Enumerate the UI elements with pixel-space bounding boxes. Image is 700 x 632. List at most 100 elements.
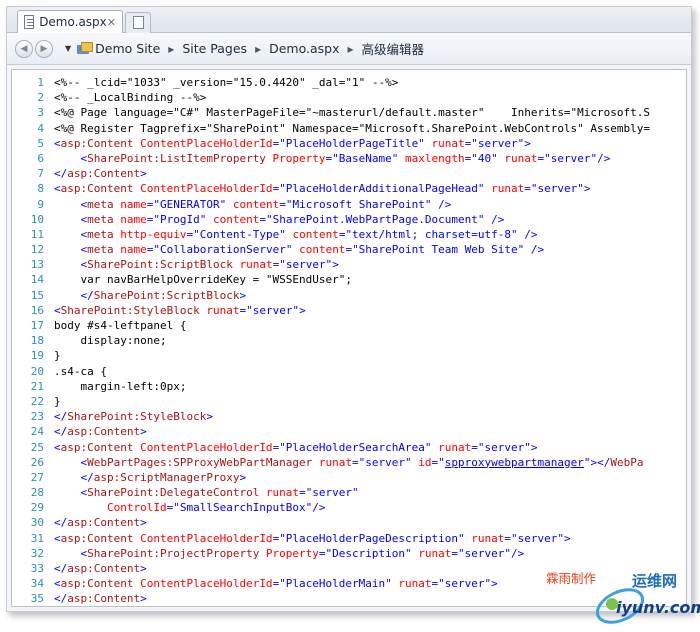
breadcrumb-item-demo-aspx[interactable]: Demo.aspx: [269, 41, 339, 56]
code-line[interactable]: 32 <SharePoint:ProjectProperty Property=…: [12, 546, 686, 561]
breadcrumb-item-demo-site[interactable]: Demo Site: [95, 41, 160, 56]
close-icon[interactable]: ✕: [107, 16, 116, 29]
code-text: <asp:Content ContentPlaceHolderId="Place…: [48, 576, 498, 591]
line-number: 21: [30, 379, 44, 393]
breadcrumb-item-advanced-editor[interactable]: 高级编辑器: [362, 39, 425, 58]
code-token: ContentPlaceHolderId: [133, 531, 273, 545]
code-token: />: [597, 151, 611, 165]
code-line[interactable]: 31 <asp:Content ContentPlaceHolderId = "Pla…: [12, 531, 686, 546]
line-number: 31: [30, 531, 44, 545]
line-number: 20: [30, 364, 44, 378]
code-line[interactable]: 24 </asp:Content>: [12, 424, 686, 439]
code-line[interactable]: 11 <meta http-equiv="Content-Type" conte…: [12, 227, 686, 242]
code-token: </: [54, 592, 68, 606]
code-line[interactable]: 8 <asp:Content ContentPlaceHolderId = "Plac…: [12, 181, 686, 196]
code-line[interactable]: 4 <%@ Register Tagprefix="SharePoint" Nam…: [12, 121, 686, 136]
code-text: <meta name="ProgId" content="SharePoint.…: [48, 212, 504, 227]
code-token: "server": [471, 136, 525, 150]
code-token: Property: [259, 546, 319, 560]
code-line[interactable]: 6 <SharePoint:ListItemProperty Property=…: [12, 151, 686, 166]
watermark-text: 运维网: [632, 572, 678, 590]
code-line[interactable]: 14 var navBarHelpOverrideKey = "WSSEndUs…: [12, 272, 686, 287]
code-token: />: [431, 197, 452, 211]
line-number: 27: [30, 470, 44, 484]
code-token: SharePoint:DelegateControl: [87, 486, 260, 500]
code-token: "server": [458, 546, 511, 560]
code-token: "SharePoint Team Web Site": [352, 243, 525, 257]
code-line[interactable]: 26 <WebPartPages:SPProxyWebPartManager r…: [12, 455, 686, 470]
code-token: runat: [424, 136, 465, 150]
code-token: <: [54, 455, 88, 469]
code-token: body #s4-leftpanel {: [54, 319, 187, 332]
code-token: margin-left:0px;: [54, 379, 187, 393]
tab-demo-aspx[interactable]: Demo.aspx ✕: [17, 10, 123, 33]
code-text: <SharePoint:ProjectProperty Property="De…: [48, 546, 524, 561]
line-number: 4: [37, 121, 44, 135]
new-tab-button[interactable]: [125, 12, 151, 33]
line-number: 1: [37, 76, 44, 89]
code-line[interactable]: 23 </SharePoint:StyleBlock>: [12, 409, 686, 424]
code-line[interactable]: 20 .s4-ca {: [12, 364, 686, 379]
code-line[interactable]: 27 </asp:ScriptManagerProxy>: [12, 470, 686, 485]
code-token: "SmallSearchInputBox": [173, 501, 313, 515]
line-number: 2: [37, 91, 44, 105]
code-line[interactable]: 12 <meta name="CollaborationServer" cont…: [12, 242, 686, 257]
code-token: "40": [471, 151, 498, 165]
forward-button[interactable]: ▶: [35, 39, 53, 58]
code-token: Property: [265, 151, 326, 165]
back-button[interactable]: ◀: [15, 39, 33, 58]
code-token: <: [54, 440, 61, 454]
code-token: >: [563, 531, 571, 545]
code-token: >: [524, 136, 531, 150]
code-lines: 1 <%-- _lcid="1033" _version="15.0.4420" …: [12, 75, 686, 606]
code-token: SharePoint:ScriptBlock: [87, 258, 233, 272]
code-line[interactable]: 9 <meta name="GENERATOR" content="Micros…: [12, 197, 686, 212]
code-editor[interactable]: 1 <%-- _lcid="1033" _version="15.0.4420" …: [11, 69, 687, 607]
code-token: "PlaceHolderPageTitle": [279, 136, 425, 150]
code-token: <%@ Register Tagprefix="SharePoint" Name…: [54, 121, 651, 135]
code-line[interactable]: 13 <SharePoint:ScriptBlock runat="server…: [12, 257, 686, 272]
code-line[interactable]: 19}: [12, 348, 686, 363]
code-line[interactable]: 18 display:none;: [12, 333, 686, 348]
code-token: "BaseName": [332, 151, 399, 165]
code-token: "PlaceHolderPageDescription": [279, 531, 465, 545]
code-text: <asp:Content ContentPlaceHolderId="Place…: [48, 440, 538, 455]
code-token: "Microsoft SharePoint": [285, 197, 432, 211]
code-line[interactable]: 29 ControlId="SmallSearchInputBox"/>: [12, 500, 686, 515]
code-line[interactable]: 5 <asp:Content ContentPlaceHolderId="Plac…: [12, 136, 686, 151]
code-token: ContentPlaceHolderId: [133, 136, 273, 150]
code-line[interactable]: 25 <asp:Content ContentPlaceHolderId = "Pla…: [12, 440, 686, 455]
code-line[interactable]: 30 </asp:Content>: [12, 515, 686, 530]
code-line[interactable]: 10 <meta name="ProgId" content="SharePoi…: [12, 212, 686, 227]
code-line[interactable]: 28 <SharePoint:DelegateControl runat="se…: [12, 485, 686, 500]
code-line[interactable]: 21 margin-left:0px;: [12, 379, 686, 394]
line-number: 29: [30, 501, 44, 515]
code-line[interactable]: 17 body #s4-leftpanel {: [12, 318, 686, 333]
code-text: <WebPartPages:SPProxyWebPartManager runa…: [48, 455, 643, 470]
line-number: 32: [30, 546, 44, 560]
code-line[interactable]: 22}: [12, 394, 686, 409]
code-token: asp:Content: [60, 440, 134, 454]
code-line[interactable]: 2 <%-- _LocalBinding --%>: [12, 90, 686, 105]
breadcrumb-item-site-pages[interactable]: Site Pages: [182, 41, 247, 56]
code-token: </: [54, 516, 68, 530]
code-token: runat: [497, 151, 538, 165]
code-token: >: [140, 516, 147, 530]
code-text: <meta name="CollaborationServer" content…: [48, 242, 544, 257]
code-line[interactable]: 35 </asp:Content>: [12, 591, 686, 606]
code-line[interactable]: 3 <%@ Page language="C#" MasterPageFile="…: [12, 105, 686, 120]
code-token: asp:Content: [60, 182, 134, 196]
code-token: >: [140, 425, 147, 439]
code-line[interactable]: 16 <SharePoint:StyleBlock runat="server">: [12, 303, 686, 318]
code-line[interactable]: 7 </asp:Content>: [12, 166, 686, 181]
line-number: 24: [30, 425, 44, 439]
code-token: runat: [431, 440, 472, 454]
line-number: 7: [37, 167, 44, 181]
code-text: <asp:Content ContentPlaceHolderId="Place…: [48, 181, 590, 196]
code-line[interactable]: 1 <%-- _lcid="1033" _version="15.0.4420" …: [12, 75, 686, 90]
code-line[interactable]: 15 </SharePoint:ScriptBlock>: [12, 288, 686, 303]
dropdown-caret-icon[interactable]: ▼: [65, 44, 71, 53]
code-token: meta: [87, 243, 114, 257]
code-text: </asp:Content>: [48, 515, 147, 530]
code-token: "server": [246, 303, 300, 317]
